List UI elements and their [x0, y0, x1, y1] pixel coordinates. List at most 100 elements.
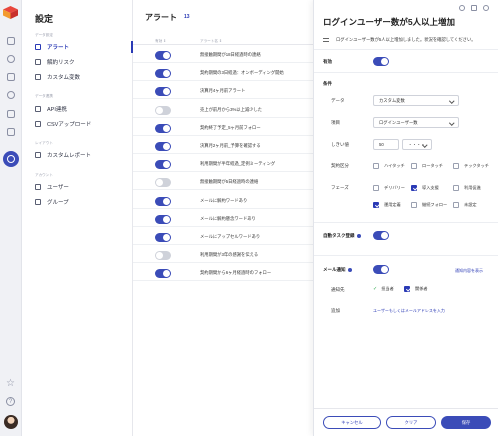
group-icon — [35, 199, 41, 205]
checkbox-icon — [453, 185, 459, 191]
list-icon[interactable] — [7, 73, 15, 81]
phase-option-checkbox[interactable]: 未設定 — [453, 202, 477, 208]
alert-name: 売上が前月から3%以上減少した — [200, 106, 263, 112]
table-row[interactable]: 決算月2ヶ月前_予算を確認する — [133, 138, 313, 154]
settings-gear-icon[interactable] — [3, 151, 19, 167]
section-layout: レイアウト — [35, 141, 53, 145]
cancel-button[interactable]: キャンセル — [323, 416, 381, 429]
sidebar-item-alert[interactable]: アラート — [35, 41, 133, 53]
bell-icon[interactable] — [7, 55, 15, 63]
row-enabled-toggle[interactable] — [155, 269, 171, 279]
phase-option-checkbox[interactable]: 継続フォロー — [411, 202, 447, 208]
conditions-label: 条件 — [323, 81, 332, 86]
table-row[interactable]: 利用期間が3年の感謝を伝える — [133, 247, 313, 264]
phase-option-checkbox[interactable]: 運用定着 — [373, 202, 401, 208]
alert-name: 無接触期間が18日経過時の連絡 — [200, 52, 261, 57]
row-enabled-toggle[interactable] — [155, 233, 171, 242]
calendar-icon[interactable] — [7, 128, 15, 136]
table-row[interactable]: 無接触期間が18日経過時の連絡 — [133, 47, 313, 63]
col-alert-name[interactable]: アラート名 ⇕ — [200, 39, 222, 44]
phase-label: フェーズ — [331, 185, 349, 190]
row-enabled-toggle[interactable] — [155, 214, 171, 224]
variable-icon — [35, 74, 41, 80]
row-enabled-toggle[interactable] — [155, 51, 171, 60]
row-enabled-toggle[interactable] — [155, 142, 171, 151]
upload-icon — [35, 121, 41, 127]
contract-option-checkbox[interactable]: ハイタッチ — [373, 163, 405, 169]
row-enabled-toggle[interactable] — [155, 178, 171, 188]
table-row[interactable]: 売上が前月から3%以上減少した — [133, 102, 313, 118]
table-row[interactable]: メールに解約ワードあり — [133, 193, 313, 209]
sidebar-item-custom-report[interactable]: カスタムレポート — [35, 150, 131, 160]
table-row[interactable]: 契約期間の3日経過：オンボーディング開始 — [133, 65, 313, 82]
sidebar-item-csv-upload[interactable]: CSVアップロード — [35, 119, 131, 129]
section-data-settings: データ設定 — [35, 33, 53, 37]
save-button[interactable]: 保存 — [441, 416, 491, 429]
info-icon[interactable] — [356, 233, 361, 238]
table-row[interactable]: 利用期間が半年経過_定例ミーティング — [133, 156, 313, 173]
trash-icon[interactable] — [471, 5, 477, 11]
chat-icon[interactable] — [7, 110, 15, 118]
divider — [314, 49, 498, 50]
item-select[interactable]: ログインユーザー数 — [373, 117, 459, 128]
phase-option-checkbox[interactable]: 導入支援 — [411, 185, 439, 191]
checkbox-icon — [373, 185, 379, 191]
row-enabled-toggle[interactable] — [155, 105, 171, 115]
table-row[interactable]: 契約期間から6ヶ月経過時のフォロー — [133, 265, 313, 282]
table-row[interactable]: 契約終了予定_5ヶ月前フォロー — [133, 120, 313, 136]
table-row[interactable]: 決算月4ヶ月前アラート — [133, 83, 313, 100]
clear-button[interactable]: クリア — [386, 416, 436, 429]
checkbox-icon — [411, 185, 417, 191]
star-icon[interactable]: ☆ — [6, 378, 15, 389]
sidebar-item-api[interactable]: API連携 — [35, 104, 131, 114]
item-label: 項目 — [331, 120, 340, 125]
enabled-toggle[interactable] — [373, 57, 389, 66]
alert-count-badge: 13 — [184, 14, 190, 20]
sidebar-item-users[interactable]: ユーザー — [35, 182, 131, 192]
add-recipient-input[interactable]: ユーザーもしくはメールアドレスを入力 — [373, 308, 445, 314]
alert-list-title: アラート — [145, 13, 177, 22]
notify-related-checkbox[interactable]: 関係者 — [404, 286, 428, 292]
close-icon[interactable] — [483, 5, 489, 11]
data-select[interactable]: カスタム変数 — [373, 95, 459, 106]
history-icon[interactable] — [459, 5, 465, 11]
threshold-label: しきい値 — [331, 142, 349, 147]
row-enabled-toggle[interactable] — [155, 196, 171, 206]
add-label: 追加 — [331, 308, 340, 313]
divider — [314, 72, 498, 73]
phase-option-checkbox[interactable]: デリバリー — [373, 185, 405, 191]
contract-option-checkbox[interactable]: テックタッチ — [453, 163, 489, 169]
row-enabled-toggle[interactable] — [155, 160, 171, 170]
threshold-unit-select[interactable]: ・・・・ — [402, 139, 432, 150]
checkbox-icon — [373, 163, 379, 169]
report-icon — [35, 152, 41, 158]
threshold-input[interactable]: 50 — [373, 139, 399, 150]
row-enabled-toggle[interactable] — [155, 69, 171, 79]
auto-task-toggle[interactable] — [373, 231, 389, 240]
dashboard-icon[interactable] — [7, 37, 15, 45]
notify-owner-check[interactable]: ✓ 担当者 — [373, 286, 394, 292]
row-enabled-toggle[interactable] — [155, 251, 171, 261]
table-row[interactable]: 無接触期間が5日経過時の連絡 — [133, 174, 313, 191]
row-enabled-toggle[interactable] — [155, 87, 171, 97]
app-logo-icon[interactable] — [3, 6, 18, 19]
checkbox-icon — [373, 202, 379, 208]
row-enabled-toggle[interactable] — [155, 123, 171, 133]
show-notification-link[interactable]: 通知内容を表示 — [455, 268, 483, 274]
sidebar-item-groups[interactable]: グループ — [35, 197, 131, 207]
info-icon[interactable] — [347, 267, 352, 272]
sidebar-item-custom-variables[interactable]: カスタム変数 — [35, 72, 131, 82]
phase-option-checkbox[interactable]: 利用促進 — [453, 185, 481, 191]
help-icon[interactable]: ? — [6, 397, 15, 406]
contract-option-checkbox[interactable]: ロータッチ — [411, 163, 443, 169]
sidebar-item-churn-risk[interactable]: 解約リスク — [35, 57, 131, 67]
avatar[interactable] — [4, 415, 18, 429]
table-row[interactable]: メールに解約懸念ワードあり — [133, 211, 313, 227]
checkbox-icon — [411, 163, 417, 169]
table-row[interactable]: メールにアップセルワードあり — [133, 229, 313, 245]
col-enabled[interactable]: 有効 ⇕ — [155, 39, 166, 44]
check-circle-icon[interactable] — [7, 91, 15, 99]
mail-toggle[interactable] — [373, 265, 389, 274]
alert-name: 契約期間から6ヶ月経過時のフォロー — [200, 270, 272, 276]
description-icon — [323, 38, 329, 42]
